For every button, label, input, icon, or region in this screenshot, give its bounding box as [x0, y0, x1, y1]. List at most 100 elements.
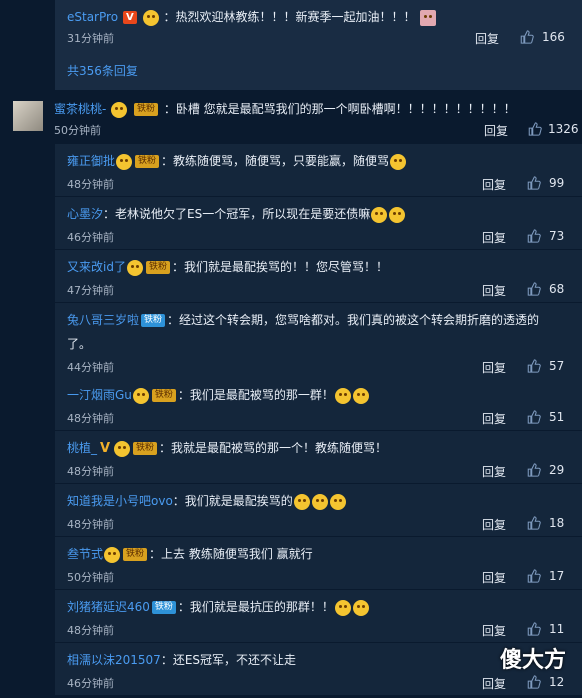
- emoji-icon: [390, 153, 407, 170]
- level-icon: [104, 546, 121, 563]
- timestamp: 48分钟前: [67, 624, 114, 637]
- reply-line: 刘猪猪延迟460 铁粉 ：我们就是最抗压的那群！！: [67, 598, 370, 616]
- reply-button[interactable]: 回复: [482, 176, 506, 193]
- like-count: 29: [549, 463, 565, 477]
- reply-button[interactable]: 回复: [484, 122, 508, 139]
- timestamp: 46分钟前: [67, 231, 114, 244]
- thumbs-up-icon[interactable]: [526, 622, 541, 636]
- reply-button[interactable]: 回复: [482, 229, 506, 246]
- thumbs-up-icon[interactable]: [526, 463, 541, 477]
- username[interactable]: 刘猪猪延迟460: [67, 600, 150, 614]
- verified-icon: V: [99, 441, 111, 456]
- comment-text: ：热烈欢迎林教练！！！新赛季一起加油！！！: [163, 10, 416, 24]
- comment-text: ：我们就是最配挨骂的！！您尽管骂！！: [171, 260, 388, 274]
- comment-text: ：上去 教练随便骂我们 赢就行: [149, 547, 313, 561]
- comment-text: ：经过这个转会期，您骂啥都对。我们真的被这个转会期折磨的透透的: [167, 313, 540, 327]
- reply-button[interactable]: 回复: [482, 410, 506, 427]
- emoji-icon: [371, 206, 388, 223]
- sticker-icon: [420, 9, 437, 26]
- level-icon: [111, 101, 128, 118]
- like-count: 17: [549, 569, 565, 583]
- thumbs-up-icon[interactable]: [527, 122, 542, 136]
- thumbs-up-icon[interactable]: [526, 359, 541, 373]
- emoji-icon: [352, 599, 369, 616]
- timestamp: 50分钟前: [54, 124, 101, 137]
- like-count: 68: [549, 282, 565, 296]
- thumbs-up-icon[interactable]: [526, 229, 541, 243]
- reply-button[interactable]: 回复: [482, 569, 506, 586]
- timestamp: 48分钟前: [67, 412, 114, 425]
- like-count: 12: [549, 675, 565, 689]
- reply-button[interactable]: 回复: [482, 282, 506, 299]
- thumbs-up-icon[interactable]: [526, 516, 541, 530]
- thumbs-up-icon[interactable]: [526, 410, 541, 424]
- username[interactable]: eStarPro: [67, 10, 118, 24]
- verified-icon: V: [122, 11, 137, 24]
- comment-text: ：我们是最配被骂的那一群！: [177, 388, 334, 402]
- username[interactable]: 兔八哥三岁啦: [67, 313, 139, 327]
- reply-line: 桃植_ V 铁粉 ：我就是最配被骂的那一个！教练随便骂！: [67, 439, 387, 457]
- fan-badge: 铁粉: [135, 155, 160, 168]
- username[interactable]: 蜜茶桃桃-: [54, 102, 106, 116]
- level-icon: [126, 259, 143, 276]
- like-count: 18: [549, 516, 565, 530]
- reply-button[interactable]: 回复: [482, 359, 506, 376]
- like-count: 57: [549, 359, 565, 373]
- thumbs-up-icon[interactable]: [526, 282, 541, 296]
- emoji-icon: [334, 387, 351, 404]
- watermark: 傻大方: [499, 648, 566, 673]
- comment-text-continued: 了。: [67, 337, 92, 351]
- comment-text: ：老林说他欠了ES一个冠军，所以现在是要还债嘛: [103, 207, 371, 221]
- username[interactable]: 一汀烟雨Gu: [67, 388, 132, 402]
- fan-badge: 铁粉: [123, 548, 148, 561]
- fan-badge: 铁粉: [133, 442, 158, 455]
- top-reply-block: eStarPro V ：热烈欢迎林教练！！！新赛季一起加油！！！ 31分钟前 回…: [55, 0, 582, 90]
- avatar[interactable]: [13, 101, 43, 131]
- emoji-icon: [352, 387, 369, 404]
- reply-button[interactable]: 回复: [482, 622, 506, 639]
- emoji-icon: [329, 493, 346, 510]
- emoji-icon: [311, 493, 328, 510]
- thumbs-up-icon[interactable]: [526, 675, 541, 689]
- fan-badge: 铁粉: [151, 601, 176, 614]
- like-count: 11: [549, 622, 565, 636]
- thumbs-up-icon[interactable]: [526, 176, 541, 190]
- level-icon: [132, 387, 149, 404]
- reply-button[interactable]: 回复: [482, 675, 506, 692]
- username[interactable]: 相濡以沫201507: [67, 653, 161, 667]
- reply-line: 雍正御批 铁粉 ：教练随便骂，随便骂，只要能赢，随便骂: [67, 152, 407, 170]
- emoji-icon: [293, 493, 310, 510]
- thumbs-up-icon[interactable]: [526, 569, 541, 583]
- comment-text: ：我们就是最配挨骂的: [172, 494, 293, 508]
- username[interactable]: 知道我是小号吧ovo: [67, 494, 173, 508]
- username[interactable]: 心墨汐: [67, 207, 103, 221]
- timestamp: 48分钟前: [67, 518, 114, 531]
- reply-line: 又来改id了 铁粉 ：我们就是最配挨骂的！！您尽管骂！！: [67, 258, 388, 276]
- level-icon: [114, 440, 131, 457]
- more-replies-link[interactable]: 共356条回复: [67, 62, 138, 79]
- fan-badge: 铁粉: [141, 314, 166, 327]
- reply-line: 一汀烟雨Gu 铁粉 ：我们是最配被骂的那一群！: [67, 386, 370, 404]
- reply-button[interactable]: 回复: [482, 516, 506, 533]
- emoji-icon: [334, 599, 351, 616]
- username[interactable]: 又来改id了: [67, 260, 126, 274]
- timestamp: 47分钟前: [67, 284, 114, 297]
- username[interactable]: 叁节式: [67, 547, 103, 561]
- comment-text: ：我们就是最抗压的那群！！: [177, 600, 334, 614]
- username[interactable]: 雍正御批: [67, 154, 115, 168]
- comment-text: ：卧槽 您就是最配骂我们的那一个啊卧槽啊！！！！！！！！！！: [163, 102, 516, 116]
- reply-button[interactable]: 回复: [482, 463, 506, 480]
- comment-text: ：还ES冠军，不还不让走: [160, 653, 297, 667]
- thumbs-up-icon[interactable]: [519, 30, 534, 44]
- reply-line: 心墨汐：老林说他欠了ES一个冠军，所以现在是要还债嘛: [67, 205, 406, 223]
- fan-badge: 铁粉: [134, 103, 159, 116]
- level-icon: [116, 153, 133, 170]
- timestamp: 31分钟前: [67, 32, 114, 45]
- reply-button[interactable]: 回复: [475, 30, 499, 47]
- timestamp: 44分钟前: [67, 361, 114, 374]
- emoji-icon: [389, 206, 406, 223]
- username[interactable]: 桃植_: [67, 441, 97, 455]
- reply-line: 兔八哥三岁啦 铁粉 ：经过这个转会期，您骂啥都对。我们真的被这个转会期折磨的透透的: [67, 311, 539, 328]
- timestamp: 50分钟前: [67, 571, 114, 584]
- like-count: 73: [549, 229, 565, 243]
